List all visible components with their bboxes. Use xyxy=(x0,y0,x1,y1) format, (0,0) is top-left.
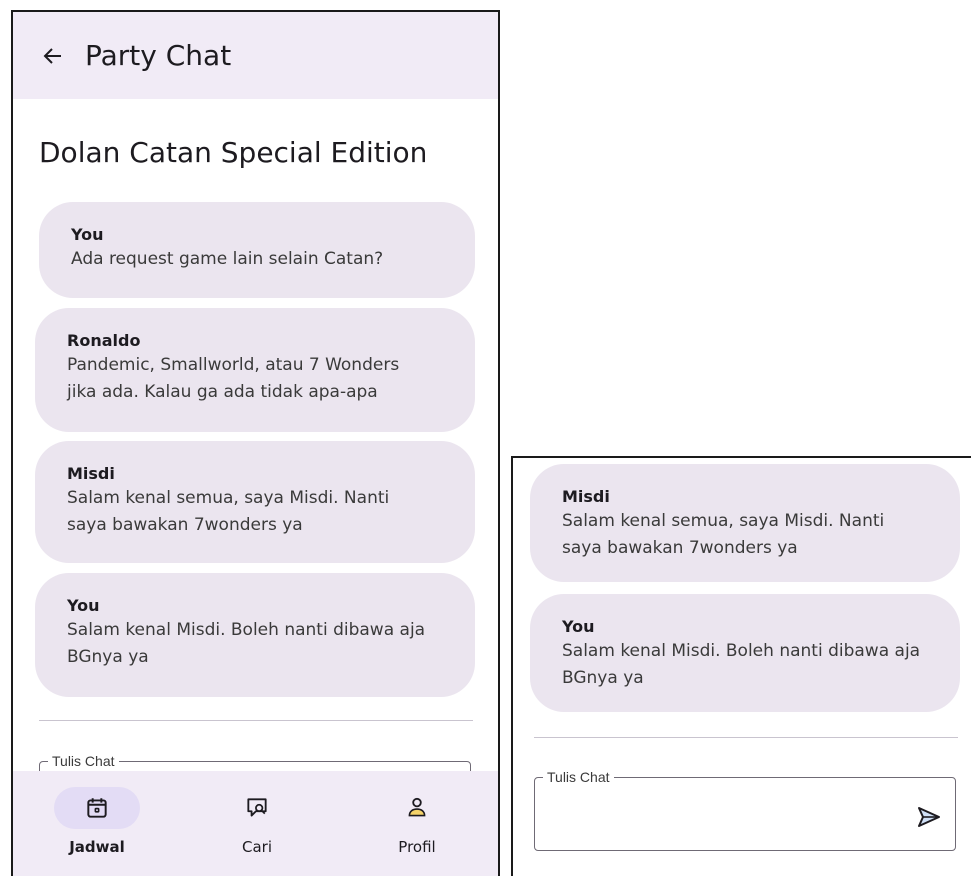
chat-message: Ronaldo Pandemic, Smallworld, atau 7 Won… xyxy=(35,308,475,432)
send-icon xyxy=(918,807,940,827)
send-button[interactable] xyxy=(915,804,943,830)
nav-icon-holder xyxy=(374,787,460,829)
nav-item-cari[interactable]: Cari xyxy=(187,771,327,871)
divider xyxy=(39,720,473,721)
message-text: BGnya ya xyxy=(562,668,644,688)
message-text: Salam kenal Misdi. Boleh nanti dibawa aj… xyxy=(562,641,921,661)
chat-message: You Salam kenal Misdi. Boleh nanti dibaw… xyxy=(35,573,475,697)
message-sender: You xyxy=(67,596,100,615)
message-text: Pandemic, Smallworld, atau 7 Wonders xyxy=(67,355,400,375)
message-sender: Misdi xyxy=(67,464,115,483)
calendar-icon xyxy=(87,798,107,818)
chat-input-label: Tulis Chat xyxy=(48,753,119,769)
nav-label: Cari xyxy=(242,838,272,856)
message-text: BGnya ya xyxy=(67,647,149,667)
message-sender: Misdi xyxy=(562,487,610,506)
profile-icon xyxy=(408,797,426,817)
message-text: jika ada. Kalau ga ada tidak apa-apa xyxy=(67,382,378,402)
nav-icon-holder xyxy=(214,787,300,829)
nav-item-jadwal[interactable]: Jadwal xyxy=(27,771,167,871)
back-button[interactable] xyxy=(37,40,69,72)
search-chat-icon xyxy=(247,798,267,817)
message-text: Salam kenal semua, saya Misdi. Nanti xyxy=(67,488,390,508)
chat-screen-scrolled: Misdi Salam kenal semua, saya Misdi. Nan… xyxy=(511,456,971,876)
message-sender: You xyxy=(71,225,104,244)
arrow-back-icon xyxy=(43,47,61,64)
divider xyxy=(534,737,958,738)
chat-message: You Salam kenal Misdi. Boleh nanti dibaw… xyxy=(530,594,960,712)
chat-input-label: Tulis Chat xyxy=(543,769,614,785)
message-text: Salam kenal semua, saya Misdi. Nanti xyxy=(562,511,885,531)
chat-input-field[interactable]: Tulis Chat xyxy=(534,769,956,851)
message-text: Salam kenal Misdi. Boleh nanti dibawa aj… xyxy=(67,620,426,640)
chat-message: Misdi Salam kenal semua, saya Misdi. Nan… xyxy=(35,441,475,563)
message-sender: Ronaldo xyxy=(67,331,141,350)
message-sender: You xyxy=(562,617,595,636)
chat-message: You Ada request game lain selain Catan? xyxy=(39,202,475,298)
app-bar-title: Party Chat xyxy=(85,39,232,72)
nav-active-indicator xyxy=(54,787,140,829)
chat-screen-full: Party Chat Dolan Catan Special Edition Y… xyxy=(11,10,500,876)
message-text: saya bawakan 7wonders ya xyxy=(67,515,303,535)
chat-input[interactable] xyxy=(549,794,907,812)
message-text: saya bawakan 7wonders ya xyxy=(562,538,798,558)
top-app-bar: Party Chat xyxy=(13,12,498,99)
nav-label: Jadwal xyxy=(69,838,125,856)
nav-item-profil[interactable]: Profil xyxy=(347,771,487,871)
message-text: Ada request game lain selain Catan? xyxy=(71,249,384,269)
event-title: Dolan Catan Special Edition xyxy=(39,136,428,169)
chat-message: Misdi Salam kenal semua, saya Misdi. Nan… xyxy=(530,464,960,582)
nav-label: Profil xyxy=(398,838,436,856)
bottom-navigation: Jadwal Cari Profil xyxy=(13,771,498,876)
